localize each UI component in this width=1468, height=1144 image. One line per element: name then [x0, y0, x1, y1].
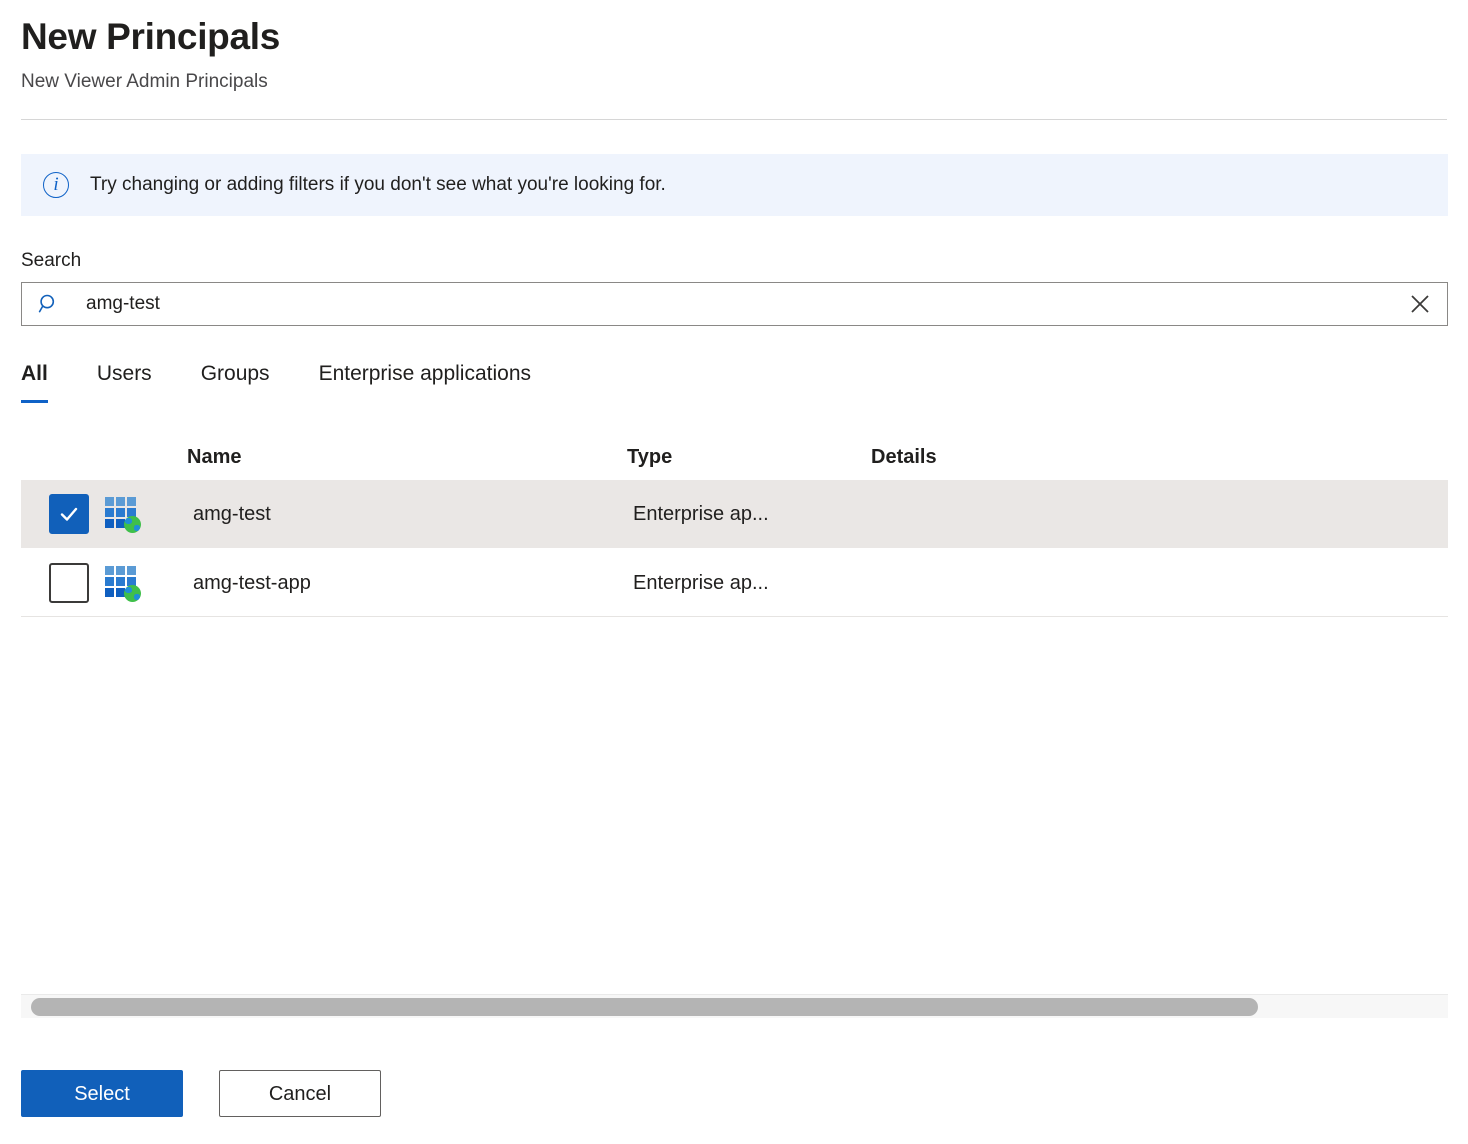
globe-badge-icon — [124, 585, 141, 602]
horizontal-scrollbar-thumb[interactable] — [31, 998, 1258, 1016]
cancel-button[interactable]: Cancel — [219, 1070, 381, 1117]
info-banner: i Try changing or adding filters if you … — [21, 154, 1448, 216]
close-icon[interactable] — [1403, 287, 1437, 321]
table-header-row: Name Type Details — [21, 434, 1448, 480]
row-icon-cell — [89, 497, 193, 531]
header-divider — [21, 119, 1447, 120]
page-title: New Principals — [21, 14, 1447, 60]
row-checkbox[interactable] — [49, 494, 89, 534]
tab-enterprise-applications[interactable]: Enterprise applications — [319, 361, 531, 403]
column-header-details: Details — [871, 444, 1448, 470]
horizontal-scrollbar[interactable] — [21, 994, 1448, 1018]
table-row[interactable]: amg-test-app Enterprise ap... — [21, 548, 1448, 616]
row-type: Enterprise ap... — [633, 570, 877, 596]
page-subtitle: New Viewer Admin Principals — [21, 69, 1447, 95]
info-banner-message: Try changing or adding filters if you do… — [90, 172, 666, 198]
row-name: amg-test-app — [193, 570, 633, 596]
search-label: Search — [21, 249, 1448, 273]
table-row[interactable]: amg-test Enterprise ap... — [21, 480, 1448, 548]
tab-groups[interactable]: Groups — [201, 361, 270, 403]
info-circle-icon: i — [43, 172, 69, 198]
column-header-name: Name — [187, 444, 627, 470]
search-block: Search — [21, 249, 1448, 326]
page-header: New Principals New Viewer Admin Principa… — [0, 0, 1468, 95]
footer-actions: Select Cancel — [21, 1070, 381, 1117]
column-header-type: Type — [627, 444, 871, 470]
search-box[interactable] — [21, 282, 1448, 326]
row-icon-cell — [89, 566, 193, 600]
row-type: Enterprise ap... — [633, 501, 877, 527]
tab-users[interactable]: Users — [97, 361, 152, 403]
search-icon — [36, 291, 62, 317]
principals-list: Name Type Details — [21, 434, 1448, 617]
select-button[interactable]: Select — [21, 1070, 183, 1117]
tab-bar: All Users Groups Enterprise applications — [21, 361, 1447, 409]
row-checkbox-cell — [21, 563, 89, 603]
row-checkbox-cell — [21, 494, 89, 534]
enterprise-application-icon — [105, 566, 139, 600]
row-name: amg-test — [193, 501, 633, 527]
row-checkbox[interactable] — [49, 563, 89, 603]
tab-all[interactable]: All — [21, 361, 48, 403]
globe-badge-icon — [124, 516, 141, 533]
enterprise-application-icon — [105, 497, 139, 531]
search-input[interactable] — [62, 293, 1403, 315]
rows-bottom-divider — [21, 616, 1448, 617]
